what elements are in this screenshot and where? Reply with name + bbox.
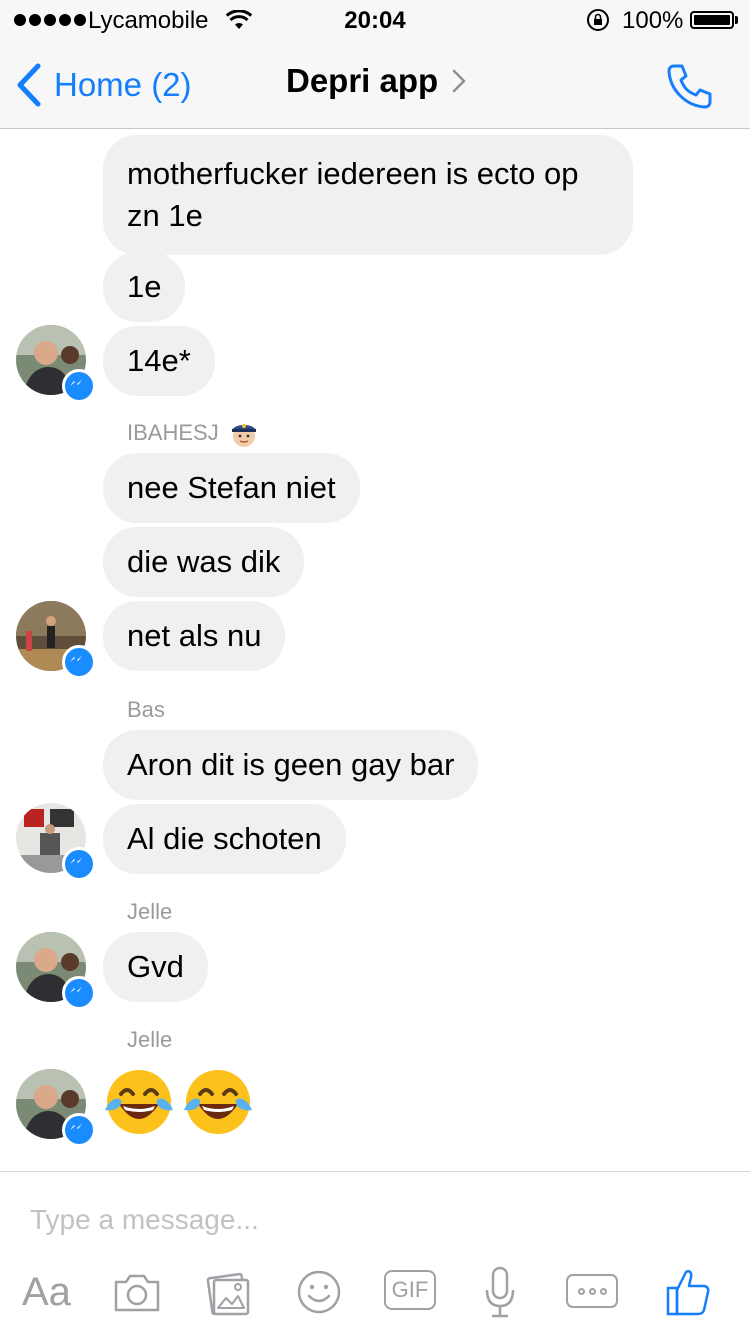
thumbs-up-icon[interactable]: [664, 1264, 712, 1320]
avatar[interactable]: [16, 803, 96, 881]
chevron-right-icon: [452, 69, 466, 93]
avatar[interactable]: [16, 932, 96, 1010]
messenger-icon: [62, 847, 96, 881]
message-text: Al die schoten: [127, 821, 322, 856]
avatar[interactable]: [16, 601, 96, 679]
message-text: 14e*: [127, 343, 191, 378]
message-bubble[interactable]: Gvd: [103, 932, 208, 1002]
avatar[interactable]: [16, 325, 96, 403]
message-text: 1e: [127, 269, 162, 304]
back-button[interactable]: Home (2): [14, 60, 192, 110]
sender-name: Bas: [127, 697, 165, 722]
message-text: die was dik: [127, 544, 281, 579]
avatar[interactable]: [16, 1069, 96, 1147]
messenger-icon: [62, 976, 96, 1010]
messenger-icon: [62, 1113, 96, 1147]
nav-title: Depri app: [286, 62, 439, 99]
message-bubble[interactable]: motherfucker iedereen is ecto op zn 1e: [103, 135, 633, 255]
face-with-tears-of-joy-icon[interactable]: [103, 1066, 175, 1138]
message-bubble[interactable]: nee Stefan niet: [103, 453, 360, 523]
sender-name: Jelle: [127, 899, 173, 924]
message-list[interactable]: motherfucker iedereen is ecto op zn 1e 1…: [0, 129, 750, 1171]
message-bubble[interactable]: 14e*: [103, 326, 215, 396]
more-icon[interactable]: [566, 1274, 618, 1308]
message-bubble[interactable]: net als nu: [103, 601, 286, 671]
message-text: Gvd: [127, 949, 184, 984]
text-format-button[interactable]: Aa: [22, 1264, 71, 1320]
message-text: nee Stefan niet: [127, 470, 336, 505]
microphone-icon[interactable]: [482, 1264, 518, 1320]
police-officer-icon: [231, 424, 256, 447]
conversation-title[interactable]: Depri app: [286, 62, 466, 100]
message-text: net als nu: [127, 618, 262, 653]
photo-icon[interactable]: [204, 1264, 254, 1320]
camera-icon[interactable]: [112, 1264, 162, 1320]
message-bubble[interactable]: Al die schoten: [103, 804, 346, 874]
nav-bar: Home (2) Depri app: [0, 40, 750, 129]
composer: Aa GIF: [0, 1171, 750, 1335]
messenger-icon: [62, 645, 96, 679]
back-button-label: Home (2): [54, 66, 192, 103]
sender-name: Jelle: [127, 1027, 173, 1052]
chevron-left-icon: [17, 63, 41, 107]
battery-cap: [735, 16, 738, 24]
composer-toolbar: Aa GIF: [0, 1264, 750, 1324]
message-text: motherfucker iedereen is ecto op zn 1e: [127, 156, 579, 233]
message-text: Aron dit is geen gay bar: [127, 747, 455, 782]
message-bubble[interactable]: 1e: [103, 252, 186, 322]
status-bar: Lycamobile 20:04 100%: [0, 0, 750, 40]
message-bubble[interactable]: die was dik: [103, 527, 305, 597]
smiley-icon[interactable]: [296, 1264, 342, 1320]
battery-percentage: 100%: [622, 7, 684, 34]
phone-icon[interactable]: [664, 60, 716, 112]
messenger-icon: [62, 369, 96, 403]
message-bubble[interactable]: Aron dit is geen gay bar: [103, 730, 479, 800]
battery-icon: [690, 11, 734, 29]
face-with-tears-of-joy-icon[interactable]: [182, 1066, 254, 1138]
rotation-lock-icon: [587, 9, 609, 31]
sender-name: IBAHESJ: [127, 419, 259, 449]
message-input[interactable]: [30, 1198, 720, 1242]
gif-button[interactable]: GIF: [384, 1270, 436, 1310]
